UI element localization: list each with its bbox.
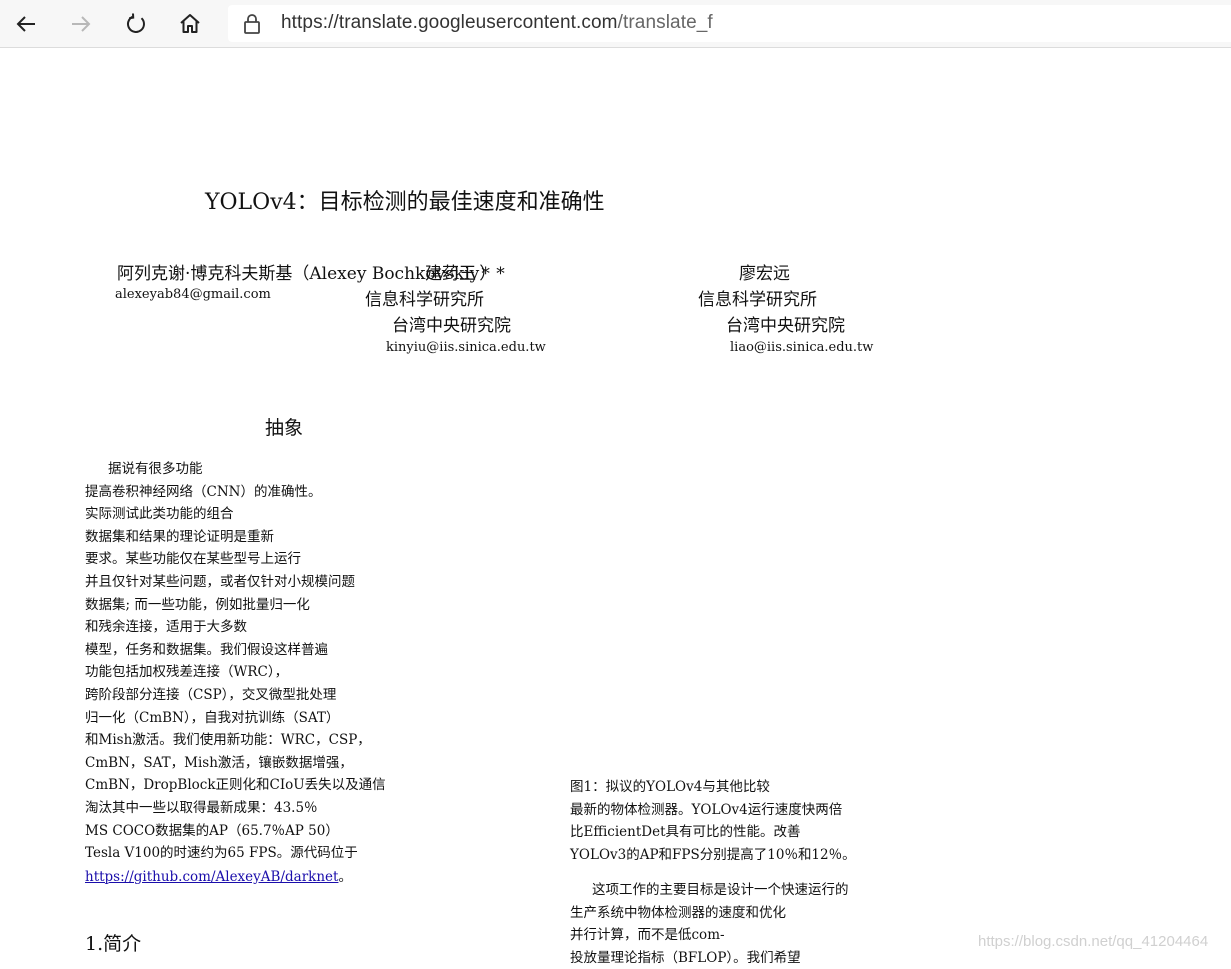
abstract-line: CmBN，SAT，Mish激活，镶嵌数据增强，	[85, 754, 353, 771]
author3-name: 廖宏远	[739, 264, 790, 284]
intro-line: 并行计算，而不是低com-	[570, 927, 725, 944]
refresh-icon	[126, 13, 145, 33]
home-button[interactable]	[172, 6, 208, 42]
back-button[interactable]	[8, 6, 44, 42]
author2-email: kinyiu@iis.sinica.edu.tw	[386, 340, 546, 355]
abstract-line: MS COCO数据集的AP（65.7％AP 50）	[85, 822, 339, 839]
abstract-heading: 抽象	[265, 417, 304, 439]
url-host: https://translate.googleusercontent.com	[281, 12, 618, 33]
intro-line: 生产系统中物体检测器的速度和优化	[570, 904, 786, 921]
intro-body: 这项工作的主要目标是设计一个快速运行的 生产系统中物体检测器的速度和优化 并行计…	[570, 879, 849, 969]
author1-email: alexeyab84@gmail.com	[115, 287, 271, 302]
abstract-line: 和Mish激活。我们使用新功能：WRC，CSP，	[85, 732, 371, 749]
author2-affiliation-1: 信息科学研究所	[365, 290, 484, 310]
caption-line: 最新的物体检测器。YOLOv4运行速度快两倍	[570, 801, 843, 818]
abstract-line: 实际测试此类功能的组合	[85, 506, 234, 523]
home-icon	[180, 14, 200, 33]
caption-line: 图1：拟议的YOLOv4与其他比较	[570, 779, 770, 795]
abstract-line: 提高卷积神经网络（CNN）的准确性。	[85, 483, 322, 500]
back-arrow-icon	[16, 16, 35, 32]
abstract-line: 要求。某些功能仅在某些型号上运行	[85, 551, 301, 568]
author2-name: 建药王 *	[425, 264, 490, 284]
figure-caption: 图1：拟议的YOLOv4与其他比较 最新的物体检测器。YOLOv4运行速度快两倍…	[570, 776, 856, 866]
url-path: /translate_f	[617, 12, 713, 33]
abstract-line: 据说有很多功能	[108, 461, 203, 477]
abstract-line: 和残余连接，适用于大多数	[85, 619, 247, 636]
intro-line: 这项工作的主要目标是设计一个快速运行的	[592, 882, 849, 898]
address-bar[interactable]: https://translate.googleusercontent.com/…	[228, 5, 1231, 42]
author3-email: liao@iis.sinica.edu.tw	[730, 340, 874, 355]
csdn-watermark: https://blog.csdn.net/qq_41204464	[978, 933, 1209, 950]
author3-affiliation-1: 信息科学研究所	[698, 290, 817, 310]
author3-affiliation-2: 台湾中央研究院	[726, 316, 845, 336]
forward-button[interactable]	[63, 6, 99, 42]
abstract-line: Tesla V100的时速约为65 FPS。源代码位于	[85, 845, 358, 862]
lock-icon	[242, 13, 262, 39]
abstract-line: 数据集; 而一些功能，例如批量归一化	[85, 596, 310, 613]
author2-affiliation-2: 台湾中央研究院	[392, 316, 511, 336]
intro-line: 投放量理论指标（BFLOP）。我们希望	[570, 949, 801, 966]
browser-toolbar: https://translate.googleusercontent.com/…	[0, 0, 1231, 48]
abstract-line: CmBN，DropBlock正则化和CIoU丢失以及通信	[85, 777, 386, 794]
abstract-line: 模型，任务和数据集。我们假设这样普遍	[85, 641, 328, 658]
caption-line: 比EfficientDet具有可比的性能。改善	[570, 824, 801, 841]
abstract-line: 淘汰其中一些以取得最新成果：43.5％	[85, 799, 318, 816]
abstract-line: 归一化（CmBN），自我对抗训练（SAT）	[85, 709, 340, 726]
caption-line: YOLOv3的AP和FPS分别提高了10％和12％。	[570, 846, 856, 863]
abstract-link-suffix: 。	[338, 868, 352, 885]
forward-arrow-icon	[72, 16, 91, 32]
abstract-line: 跨阶段部分连接（CSP），交叉微型批处理	[85, 686, 337, 703]
refresh-button[interactable]	[118, 6, 154, 42]
abstract-line: 功能包括加权残差连接（WRC），	[85, 664, 289, 681]
abstract-line: 数据集和结果的理论证明是重新	[85, 528, 274, 545]
paper-title: YOLOv4：目标检测的最佳速度和准确性	[205, 190, 605, 215]
abstract-link-line: https://github.com/AlexeyAB/darknet。	[85, 866, 386, 889]
url-text: https://translate.googleusercontent.com/…	[281, 12, 713, 34]
abstract-body: 据说有很多功能 提高卷积神经网络（CNN）的准确性。 实际测试此类功能的组合 数…	[85, 458, 386, 888]
intro-heading: 1.简介	[85, 933, 142, 955]
github-link[interactable]: https://github.com/AlexeyAB/darknet	[85, 869, 338, 885]
abstract-line: 并且仅针对某些问题，或者仅针对小规模问题	[85, 573, 355, 590]
